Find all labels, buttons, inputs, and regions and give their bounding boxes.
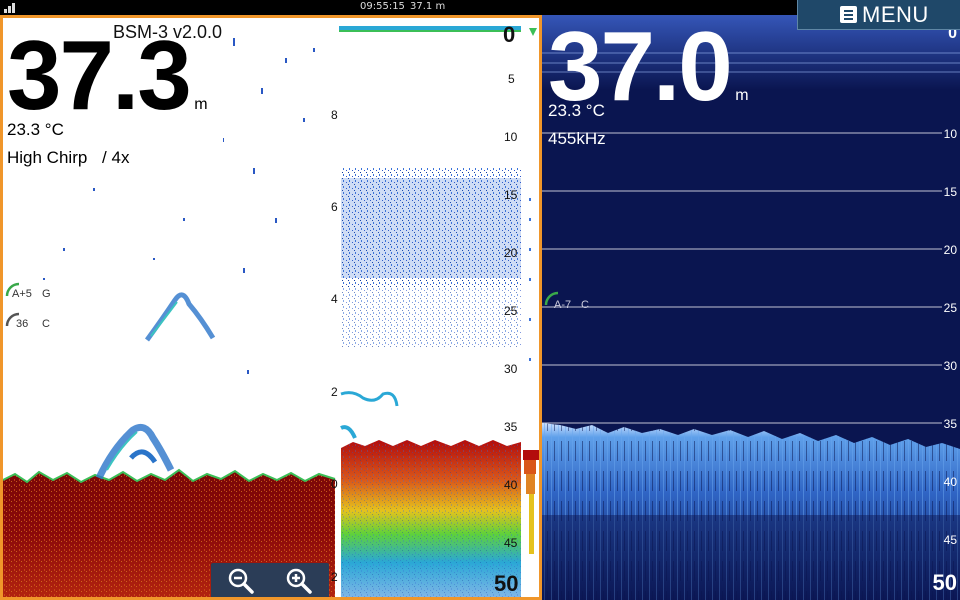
right-temperature: 23.3 °C <box>548 101 605 120</box>
depth-scale-label: 5 <box>508 72 515 86</box>
zoom-toolbar <box>211 563 329 597</box>
right-depth-scale-label: 20 <box>943 243 957 257</box>
status-time: 09:55:15 <box>360 1 405 12</box>
status-depth: 37.1 m <box>410 1 446 12</box>
zoom-scale-label: 8 <box>331 108 338 122</box>
gain-value: A+5 <box>12 288 32 300</box>
zoom-scale-label: 2 <box>331 385 338 399</box>
depth-scale-label: 10 <box>504 130 518 144</box>
depth-scale-label: 45 <box>504 536 518 550</box>
zoom-scale-label: 4 <box>331 292 338 306</box>
gain-gauge[interactable]: A+5 G <box>5 282 57 304</box>
right-frequency: 455kHz <box>548 129 606 148</box>
gain-label: G <box>42 288 51 300</box>
right-depth-scale-label: 45 <box>943 533 957 547</box>
signal-strength-icon <box>4 2 20 13</box>
right-depth-scale-label: 35 <box>943 417 957 431</box>
zoom-out-icon <box>228 568 254 594</box>
depth-scale-label: 40 <box>504 478 518 492</box>
depth-scale-label: 35 <box>504 420 518 434</box>
right-depth-scale-label: 50 <box>932 570 957 595</box>
depth-scale-label: 30 <box>504 362 518 376</box>
zoom-scale-label: 0 <box>331 477 338 491</box>
right-depth-unit: m <box>735 87 749 104</box>
zoom-in-button[interactable] <box>285 567 313 595</box>
depth-scale-label: 15 <box>504 188 518 202</box>
downscan-panel[interactable]: 37.0 m 23.3 °C 455kHz A-7 C 0 10 15 20 2… <box>542 15 960 600</box>
zoom-level: / 4x <box>102 148 130 167</box>
right-depth-scale-label: 25 <box>943 301 957 315</box>
contrast-value: 36 <box>16 318 29 330</box>
right-depth-scale-label: 10 <box>943 127 957 141</box>
chirp-mode: High Chirp <box>7 148 88 167</box>
zoom-scale-label: 6 <box>331 200 338 214</box>
left-depth-readout: 37.3 m <box>7 26 208 124</box>
depth-scale-label: 50 <box>494 571 519 596</box>
depth-scale-label: 25 <box>504 304 518 318</box>
left-mode-row: High Chirp / 4x <box>7 148 129 168</box>
left-depth-unit: m <box>194 96 208 113</box>
right-depth-scale-label: 15 <box>943 185 957 199</box>
menu-icon <box>840 6 857 23</box>
depth-scale-label: 20 <box>504 246 518 260</box>
zoom-out-button[interactable] <box>227 567 255 595</box>
right-depth-scale-label: 30 <box>943 359 957 373</box>
right-gain-gauge[interactable]: A-7 C <box>544 291 596 313</box>
depth-scale-label: 0 <box>503 22 516 47</box>
menu-button[interactable]: MENU <box>797 0 960 30</box>
menu-label: MENU <box>862 1 929 27</box>
zoom-in-icon <box>286 568 312 594</box>
contrast-label: C <box>42 318 50 330</box>
right-gain-label: C <box>581 299 589 311</box>
zoom-scale-label: 2 <box>331 570 338 584</box>
left-temperature: 23.3 °C <box>7 120 64 139</box>
contrast-gauge[interactable]: 36 C <box>5 312 57 334</box>
right-depth-scale-label: 40 <box>943 475 957 489</box>
left-depth-value: 37.3 <box>7 20 192 130</box>
chirp-sonar-panel[interactable]: BSM-3 v2.0.0 37.3 m 23.3 °C High Chirp /… <box>0 15 542 600</box>
right-gain-value: A-7 <box>554 299 572 311</box>
